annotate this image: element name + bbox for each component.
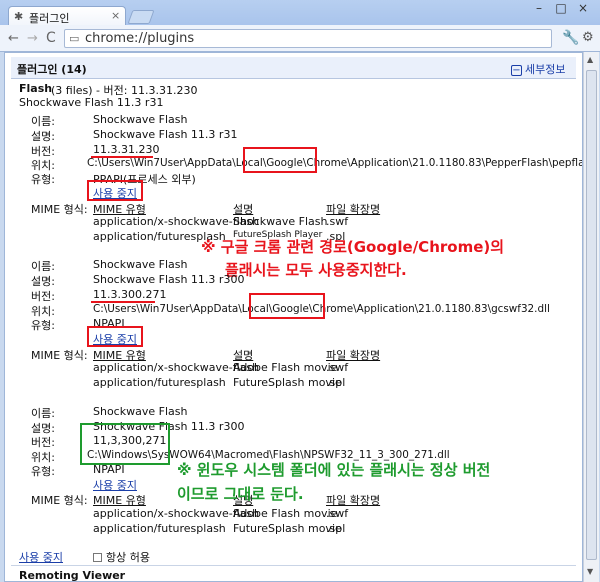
label-desc: 설명: [31,275,55,288]
disable-highlight [87,180,143,201]
plugin-disable-link[interactable]: 사용 중지 [19,549,63,565]
tab-plugins[interactable]: ✱ 플러그인 × [8,6,126,26]
annotation-red-line1: ※ 구글 크롬 관련 경로(Google/Chrome)의 [201,238,505,256]
label-version: 버전: [31,436,55,449]
scroll-down-icon[interactable]: ▼ [587,567,593,576]
label-version: 버전: [31,290,55,303]
page-content: 플러그인 (14) − 세부정보 Flash (3 files) - 버전: 11… [4,52,583,582]
collapse-icon: − [511,65,522,76]
file3-name: Shockwave Flash [93,405,188,418]
label-type: 유형: [31,465,55,478]
label-type: 유형: [31,319,55,332]
bookmark-icon[interactable]: 🔧 [562,30,579,46]
puzzle-icon: ✱ [14,10,24,23]
disable-highlight [87,326,143,347]
label-desc: 설명: [31,130,55,143]
maximize-button[interactable]: □ [550,1,572,17]
label-type: 유형: [31,173,55,186]
mime-ext: .spl [326,376,346,389]
scroll-thumb[interactable] [586,70,597,560]
mime-type: application/futuresplash [93,376,226,389]
divider [11,565,576,566]
plugin-subtitle: Shockwave Flash 11.3 r31 [19,96,164,109]
google-chrome-highlight [249,293,325,319]
page-icon: ▭ [69,32,80,45]
url-text[interactable]: chrome://plugins [85,31,194,46]
mime-header-type: MIME 유형 [93,494,146,507]
label-name: 이름: [31,115,55,128]
next-plugin-name: Remoting Viewer [19,569,126,582]
wrench-icon[interactable]: ⚙ [582,30,594,45]
scrollbar[interactable]: ▲ ▼ [583,52,599,582]
minimize-button[interactable]: – [528,1,550,17]
file3-disable-link[interactable]: 사용 중지 [93,477,137,493]
details-label: 세부정보 [525,63,566,76]
mime-ext: .spl [326,522,346,535]
details-link[interactable]: − 세부정보 [511,61,565,77]
window-controls: – □ × [528,1,598,19]
annotation-green-line1: ※ 윈도우 시스템 폴더에 있는 플래시는 정상 버전 [177,461,491,479]
plugins-header: 플러그인 (14) − 세부정보 [11,57,576,79]
forward-button[interactable]: → [27,31,38,46]
annotation-green-line2: 이므로 그대로 둔다. [177,485,304,503]
label-name: 이름: [31,260,55,273]
back-button[interactable]: ← [8,31,19,46]
always-allow-checkbox[interactable]: 항상 허용 [93,549,150,565]
file3-type: NPAPI [93,463,125,476]
mime-header-ext: 파일 확장명 [326,494,381,507]
tab-title: 플러그인 [29,12,70,25]
google-chrome-highlight [243,147,317,173]
label-name: 이름: [31,407,55,420]
mime-desc: Adobe Flash movie [233,361,338,374]
reload-button[interactable]: C [46,30,56,46]
file1-name: Shockwave Flash [93,113,188,126]
address-bar[interactable]: ▭ chrome://plugins [64,29,552,48]
mime-desc: Adobe Flash movie [233,507,338,520]
plugin-name: Flash [19,82,53,95]
mime-type: application/futuresplash [93,522,226,535]
always-allow-label: 항상 허용 [106,551,150,564]
file1-location: C:\Users\Win7User\AppData\Local\Google\C… [87,157,582,169]
file2-desc: Shockwave Flash 11.3 r300 [93,273,245,286]
file1-desc: Shockwave Flash 11.3 r31 [93,128,238,141]
close-tab-icon[interactable]: × [111,9,120,22]
file2-name: Shockwave Flash [93,258,188,271]
annotation-red-line2: 플래시는 모두 사용중지한다. [225,261,407,279]
file2-version: 11.3.300.271 [93,288,167,301]
label-mime: MIME 형식: [31,349,88,362]
close-window-button[interactable]: × [572,1,594,17]
mime-ext: .swf [326,215,349,228]
system-folder-highlight [80,423,170,465]
label-mime: MIME 형식: [31,494,88,507]
scroll-up-icon[interactable]: ▲ [587,55,593,64]
page-title: 플러그인 (14) [17,63,87,76]
label-mime: MIME 형식: [31,203,88,216]
mime-desc: Shockwave Flash [233,215,328,228]
mime-ext: .swf [326,361,349,374]
checkbox-icon[interactable] [93,553,102,562]
mime-ext: .swf [326,507,349,520]
file1-version: 11.3.31.230 [93,143,160,156]
